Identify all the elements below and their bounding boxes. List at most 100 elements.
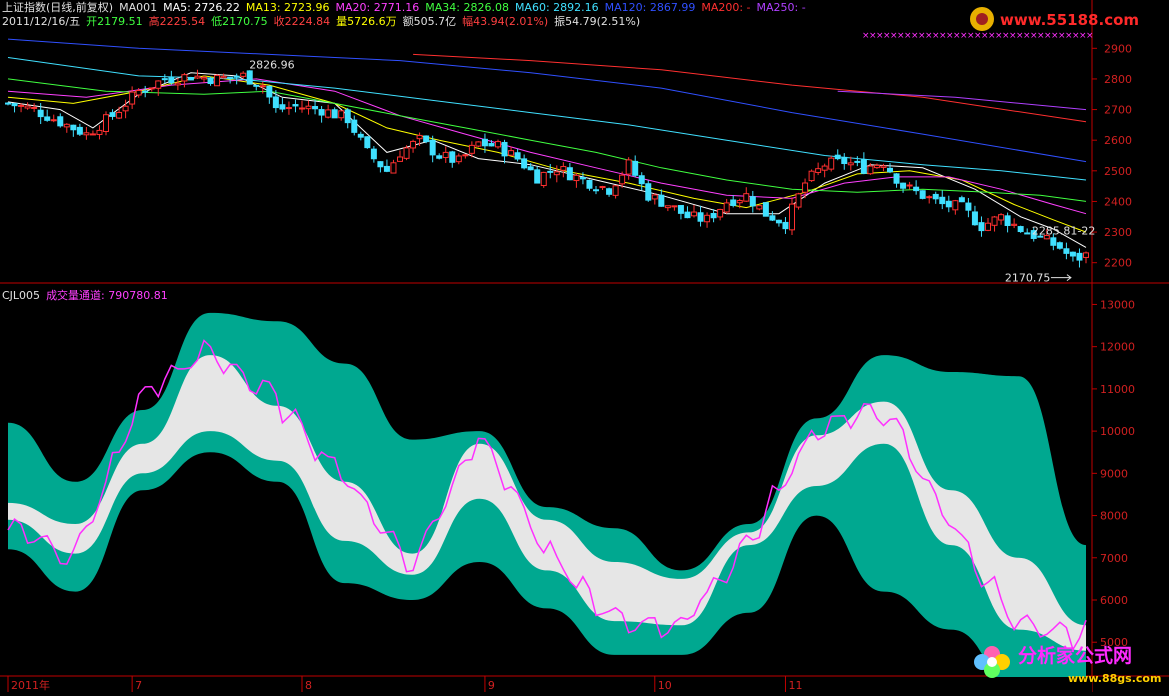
candle-body [135,90,142,96]
quote-legend-item-2: 高2225.54 [148,15,206,28]
ma-line-ma13 [7,75,1087,233]
candle-body [299,107,305,110]
volume-tick-label: 12000 [1100,341,1135,354]
candle-body [717,208,724,218]
ma-legend-item-1: MA001 [119,1,158,14]
indicator-legend-item-1: 成交量通道: 790780.81 [46,289,168,302]
candle-body [285,107,292,110]
candle-body [579,177,586,180]
candle-body [462,154,469,157]
candle-body [455,155,462,163]
ma-legend-item-8: MA200: - [701,1,751,14]
candle-body [658,194,665,207]
candle-body [566,167,573,181]
candle-body [913,186,920,192]
candle-body [383,165,390,172]
price-tick-label: 2400 [1104,195,1132,208]
candle-body [475,141,482,147]
price-annotation: 2285.81-22 [1032,224,1095,237]
bottom-watermark-title: 分析家公式网 [1018,644,1132,667]
candle-body [756,205,763,210]
candle-body [63,123,70,128]
candle-body [573,174,580,182]
candle-body [187,77,194,81]
candle-body [240,72,247,77]
candle-body [377,161,384,168]
candle-body [1076,252,1083,261]
candle-body [867,165,874,175]
candle-body [220,76,227,79]
candle-body [847,162,854,166]
volume-tick-label: 11000 [1100,383,1135,396]
quote-legend-item-7: 幅43.94(2.01%) [462,15,549,28]
candle-body [540,171,547,187]
candle-body [828,157,835,170]
candle-body [351,119,358,133]
candle-body [272,96,279,109]
price-tick-label: 2900 [1104,42,1132,55]
candle-body [795,193,802,208]
candle-body [612,185,619,196]
quote-legend-item-8: 振54.79(2.51%) [554,15,641,28]
candle-body [1056,242,1063,249]
quote-legend-item-3: 低2170.75 [211,15,268,28]
chart-canvas[interactable]: 2200230024002500260027002800290050006000… [0,0,1169,696]
volume-tick-label: 9000 [1100,467,1128,480]
candle-body [181,74,188,82]
candle-body [76,126,83,135]
candle-body [259,85,266,88]
candle-body [527,166,534,171]
candle-body [292,104,299,107]
candle-body [201,76,207,80]
quote-legend-item-4: 收2224.84 [273,15,331,28]
candle-body [96,129,103,135]
logo-emblem-inner-icon [976,13,988,25]
candle-body [932,193,939,200]
candle-body [906,184,913,187]
candle-body [161,78,168,81]
ma-legend-item-7: MA120: 2867.99 [604,1,696,14]
quote-legend: 2011/12/16/五 开2179.51 高2225.54 低2170.75 收222… [2,15,646,29]
candle-body [331,109,338,119]
candle-body [749,196,756,207]
candle-body [671,205,678,208]
candle-body [821,165,828,171]
candle-body [619,174,626,185]
candle-body [122,105,129,112]
candle-body [697,212,704,222]
price-tick-label: 2600 [1104,134,1132,147]
candle-body [233,75,240,78]
ma-legend-item-4: MA20: 2771.16 [335,1,420,14]
candle-body [958,197,965,203]
candle-body [344,109,351,124]
candle-body [638,175,645,185]
candle-body [168,77,175,84]
price-annotation: 2170.75 [1005,272,1051,285]
candle-body [5,102,11,105]
candle-body [416,134,423,140]
candle-body [965,202,972,211]
x-tick-label: 9 [488,679,495,692]
candle-body [357,133,364,138]
candle-body [364,136,371,149]
ma-line-ma60 [7,57,1087,181]
bottom-watermark: 分析家公式网 www.88gs.com [970,634,1165,688]
candle-body [586,179,593,189]
candle-body [436,155,443,159]
price-tick-label: 2800 [1104,73,1132,86]
candle-body [481,138,488,147]
candle-body [31,106,38,109]
candle-body [70,124,77,131]
candle-body [1063,248,1070,254]
flower-logo-icon [974,646,1010,678]
bottom-axis-strip [0,677,1092,692]
candle-body [103,114,109,132]
candle-body [253,84,260,87]
candle-body [148,87,155,90]
quote-legend-item-0: 2011/12/16/五 [2,15,81,28]
candle-body [945,200,952,208]
candle-body [109,112,116,117]
candle-body [730,199,737,206]
candle-body [11,103,18,107]
candle-body [305,105,312,110]
